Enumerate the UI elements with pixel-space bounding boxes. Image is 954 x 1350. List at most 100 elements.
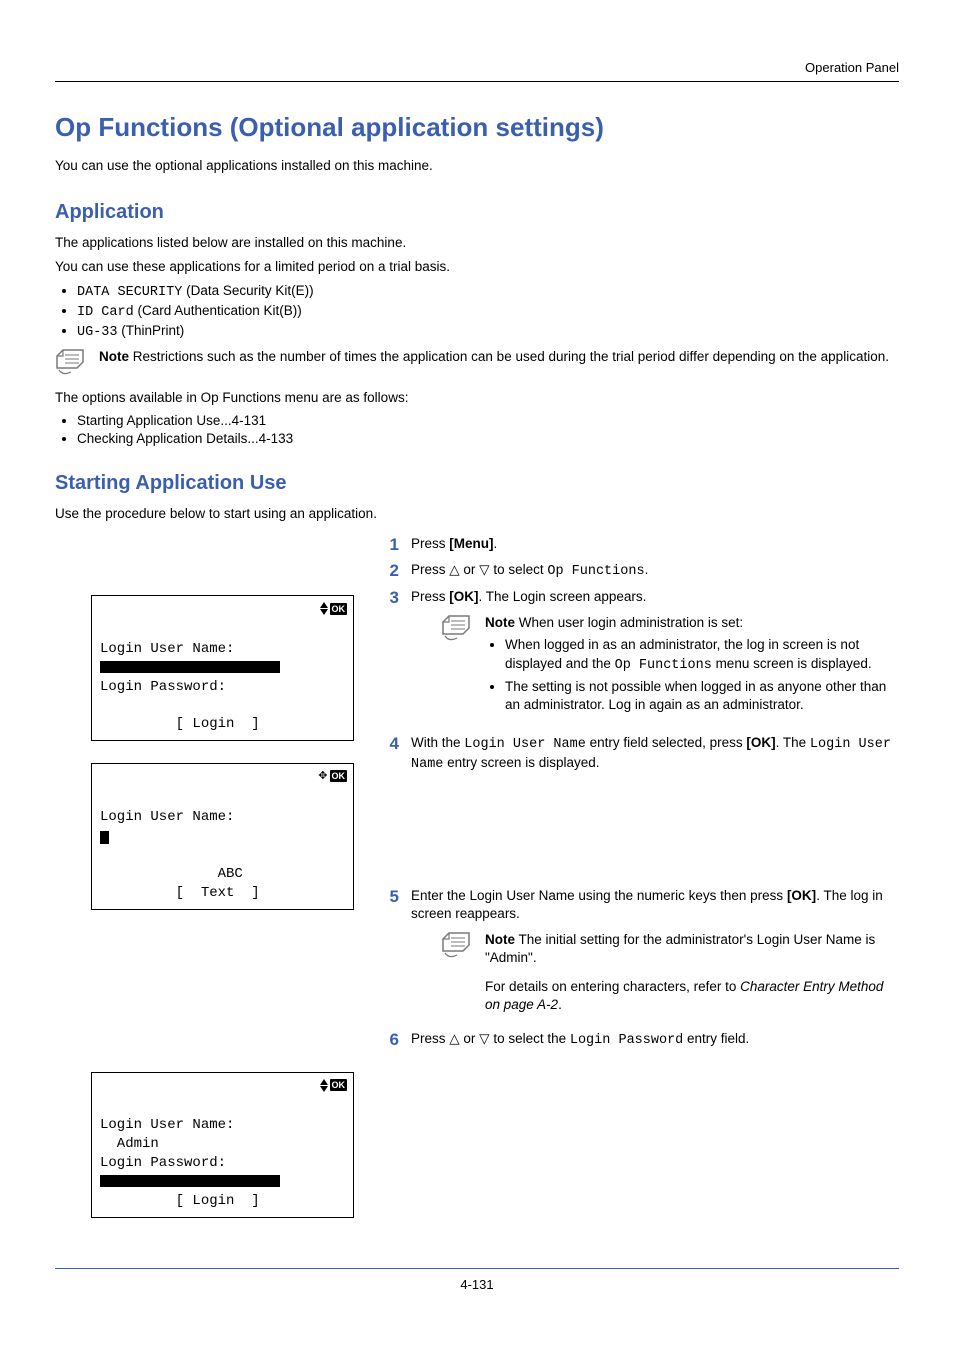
app-code: ID Card (77, 305, 134, 320)
lcd-line: Admin (100, 1136, 159, 1152)
note-login-admin: Note When user login administration is s… (441, 614, 899, 718)
lcd-blank (100, 698, 108, 714)
options-list: Starting Application Use...4-131 Checkin… (55, 413, 899, 446)
down-arrow-icon: ▽ (479, 563, 489, 577)
option-item: Checking Application Details...4-133 (77, 431, 899, 446)
note-label: Note (99, 349, 129, 364)
t: entry field. (683, 1031, 749, 1046)
step-body: Press [OK]. The Login screen appears. No… (411, 588, 899, 728)
note-lead: When user login administration is set: (515, 615, 743, 630)
note-label: Note (485, 932, 515, 947)
step-3: 3 Press [OK]. The Login screen appears. … (379, 588, 899, 728)
lcd-line: [ Text ] (100, 885, 260, 901)
running-head: Operation Panel (55, 60, 899, 75)
app-list: DATA SECURITY (Data Security Kit(E)) ID … (55, 283, 899, 340)
t: . (558, 997, 562, 1012)
down-arrow-icon: ▽ (479, 1032, 489, 1046)
step-body: Press △ or ▽ to select Op Functions. (411, 561, 899, 581)
note-sub-list: When logged in as an administrator, the … (485, 636, 899, 714)
app-code: DATA SECURITY (77, 285, 182, 300)
lcd-entry-screen: ✥ OK Login User Name: ABC [ Text ] (91, 763, 354, 909)
t: menu screen is displayed. (712, 656, 872, 671)
step-body: Press [Menu]. (411, 535, 899, 553)
lcd-line: Login User Name: (100, 1117, 234, 1133)
page-container: Operation Panel Op Functions (Optional a… (0, 0, 954, 1350)
step-number: 4 (379, 734, 399, 754)
step-6: 6 Press △ or ▽ to select the Login Passw… (379, 1030, 899, 1050)
note-icon (441, 931, 475, 964)
lcd-line: Login Password: (100, 679, 226, 695)
app-desc: (Data Security Kit(E)) (182, 283, 313, 298)
lcd-login-admin: OK Login User Name: Admin Login Password… (91, 1072, 354, 1218)
app-para-2: You can use these applications for a lim… (55, 258, 899, 276)
lcd-cursor (100, 831, 109, 844)
app-item: ID Card (Card Authentication Kit(B)) (77, 303, 899, 320)
t: to select the (490, 1031, 570, 1046)
starting-app-heading: Starting Application Use (55, 472, 899, 495)
lcd-line: Login User Name: (100, 809, 234, 825)
step-4: 4 With the Login User Name entry field s… (379, 734, 899, 774)
bottom-rule (55, 1268, 899, 1269)
menu-key: [Menu] (449, 536, 493, 551)
lcd-line: [ Login ] (100, 716, 260, 732)
page-number: 4-131 (55, 1277, 899, 1292)
t: or (460, 562, 480, 577)
start-para: Use the procedure below to start using a… (55, 505, 899, 523)
step-number: 6 (379, 1030, 399, 1050)
t: to select (490, 562, 548, 577)
step-number: 1 (379, 535, 399, 555)
step-1: 1 Press [Menu]. (379, 535, 899, 555)
t: . The Login screen appears. (479, 589, 647, 604)
step-body: With the Login User Name entry field sel… (411, 734, 899, 774)
op-functions-code: Op Functions (547, 564, 644, 579)
ok-updown-icon: OK (320, 1079, 348, 1092)
note-text: Note When user login administration is s… (485, 614, 899, 718)
step-body: Enter the Login User Name using the nume… (411, 887, 899, 1024)
t: Press (411, 1031, 449, 1046)
step-number: 5 (379, 887, 399, 907)
application-heading: Application (55, 201, 899, 224)
t: Enter the Login User Name using the nume… (411, 888, 787, 903)
lcd-login-blank: OK Login User Name: Login Password: [ Lo… (91, 595, 354, 741)
t: or (460, 1031, 480, 1046)
step-5: 5 Enter the Login User Name using the nu… (379, 887, 899, 1024)
ok-nav-icon: ✥ OK (318, 770, 347, 782)
code: Login Password (570, 1033, 683, 1048)
app-item: UG-33 (ThinPrint) (77, 323, 899, 340)
main-heading: Op Functions (Optional application setti… (55, 112, 899, 143)
note-body: The initial setting for the administrato… (485, 932, 875, 965)
ok-key: [OK] (746, 735, 775, 750)
t: . The (776, 735, 810, 750)
up-arrow-icon: △ (449, 1032, 459, 1046)
step-2: 2 Press △ or ▽ to select Op Functions. (379, 561, 899, 581)
lcd-input-highlight (100, 661, 280, 673)
t: . (645, 562, 649, 577)
note-icon (55, 348, 89, 379)
app-code: UG-33 (77, 325, 118, 340)
note-icon (441, 614, 475, 647)
ok-key: [OK] (449, 589, 478, 604)
app-desc: (Card Authentication Kit(B)) (134, 303, 302, 318)
step-number: 3 (379, 588, 399, 608)
note-text: Note Restrictions such as the number of … (99, 348, 899, 366)
app-desc: (ThinPrint) (118, 323, 185, 338)
ok-updown-icon: OK (320, 602, 348, 615)
code: Op Functions (615, 658, 712, 673)
options-para: The options available in Op Functions me… (55, 389, 899, 407)
code: Login User Name (464, 737, 586, 752)
step-number: 2 (379, 561, 399, 581)
t: For details on entering characters, refe… (485, 979, 740, 994)
lcd-input-highlight (100, 1175, 280, 1187)
up-arrow-icon: △ (449, 563, 459, 577)
note-text: Note The initial setting for the adminis… (485, 931, 899, 1014)
t: Press (411, 536, 449, 551)
note-body: Restrictions such as the number of times… (129, 349, 889, 364)
note-sub-item: When logged in as an administrator, the … (505, 636, 899, 674)
lcd-column: OK Login User Name: Login Password: [ Lo… (55, 529, 355, 1240)
note-admin-default: Note The initial setting for the adminis… (441, 931, 899, 1014)
lcd-line: ABC (100, 866, 243, 882)
note-restrictions: Note Restrictions such as the number of … (55, 348, 899, 379)
t: With the (411, 735, 464, 750)
lcd-blank (100, 847, 108, 863)
top-rule (55, 81, 899, 82)
